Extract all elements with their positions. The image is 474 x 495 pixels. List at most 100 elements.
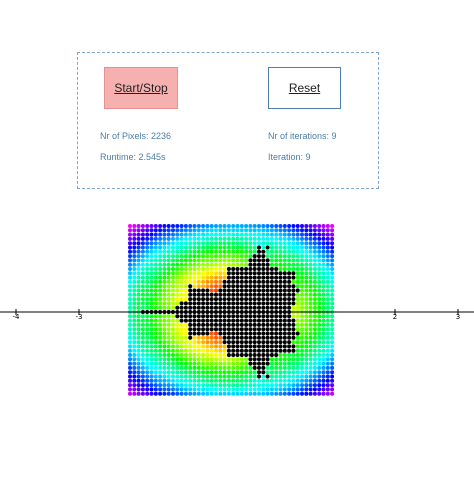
pixel-dot xyxy=(300,327,304,332)
pixel-dot xyxy=(201,314,206,319)
pixel-dot xyxy=(162,374,167,379)
pixel-dot xyxy=(158,344,163,349)
pixel-dot xyxy=(136,335,141,340)
pixel-dot xyxy=(222,361,227,366)
pixel-dot xyxy=(140,292,145,297)
pixel-dot xyxy=(158,378,163,383)
pixel-dot xyxy=(282,340,287,345)
pixel-dot xyxy=(261,267,266,271)
pixel-dot xyxy=(192,297,197,302)
pixel-dot xyxy=(265,383,270,388)
pixel-dot xyxy=(300,279,304,284)
pixel-dot xyxy=(300,374,304,379)
pixel-dot xyxy=(179,374,184,379)
pixel-dot xyxy=(235,335,240,340)
pixel-dot xyxy=(128,335,132,340)
pixel-dot xyxy=(252,353,257,357)
pixel-dot xyxy=(192,335,197,340)
pixel-dot xyxy=(231,292,236,297)
pixel-dot xyxy=(269,284,274,289)
pixel-dot xyxy=(218,340,223,345)
pixel-dot xyxy=(166,340,171,345)
pixel-dot xyxy=(239,284,244,289)
pixel-dot xyxy=(205,258,210,263)
pixel-dot xyxy=(128,340,132,345)
pixel-dot xyxy=(192,327,197,332)
pixel-dot xyxy=(317,314,322,319)
pixel-dot xyxy=(222,275,227,280)
pixel-dot xyxy=(158,314,163,319)
pixel-dot xyxy=(192,301,197,306)
pixel-dot xyxy=(282,245,287,250)
pixel-dot xyxy=(257,292,261,297)
pixel-dot xyxy=(136,322,141,327)
pixel-dot xyxy=(171,271,175,276)
pixel-dot xyxy=(291,314,296,319)
pixel-dot xyxy=(300,267,304,271)
pixel-dot xyxy=(145,232,150,237)
pixel-dot xyxy=(330,245,335,250)
pixel-dot xyxy=(166,353,171,357)
pixel-dot xyxy=(149,267,154,271)
pixel-dot xyxy=(287,370,292,375)
pixel-dot xyxy=(282,232,287,237)
pixel-dot xyxy=(196,241,201,246)
pixel-dot xyxy=(205,292,210,297)
pixel-dot xyxy=(282,275,287,280)
pixel-grid xyxy=(128,224,335,396)
pixel-dot xyxy=(235,301,240,306)
control-panel: Start/Stop Reset Nr of Pixels: 2236 Runt… xyxy=(77,52,379,189)
pixel-dot xyxy=(214,224,218,228)
pixel-dot xyxy=(140,327,145,332)
pixel-dot xyxy=(222,224,227,228)
pixel-dot xyxy=(218,254,223,259)
pixel-dot xyxy=(265,305,270,310)
pixel-dot xyxy=(201,361,206,366)
pixel-dot xyxy=(171,288,175,293)
pixel-dot xyxy=(304,340,309,345)
pixel-dot xyxy=(171,232,175,237)
pixel-dot xyxy=(162,224,167,228)
pixel-dot xyxy=(248,391,253,396)
pixel-dot xyxy=(239,314,244,319)
pixel-dot xyxy=(149,258,154,263)
pixel-dot xyxy=(201,301,206,306)
pixel-dot xyxy=(274,344,279,349)
pixel-dot xyxy=(244,254,249,259)
pixel-dot xyxy=(295,301,300,306)
pixel-dot xyxy=(248,267,253,271)
reset-button[interactable]: Reset xyxy=(268,67,341,109)
pixel-dot xyxy=(252,236,257,241)
pixel-dot xyxy=(261,318,266,323)
pixel-dot xyxy=(183,245,188,250)
pixel-dot xyxy=(128,353,132,357)
pixel-dot xyxy=(179,357,184,362)
pixel-dot xyxy=(321,279,326,284)
pixel-dot xyxy=(317,292,322,297)
pixel-dot xyxy=(312,391,317,396)
pixel-dot xyxy=(171,348,175,353)
pixel-dot xyxy=(261,279,266,284)
pixel-dot xyxy=(274,254,279,259)
pixel-dot xyxy=(162,361,167,366)
pixel-dot xyxy=(171,275,175,280)
pixel-dot xyxy=(192,254,197,259)
pixel-dot xyxy=(244,228,249,233)
pixel-dot xyxy=(209,267,214,271)
pixel-dot xyxy=(325,267,330,271)
pixel-dot xyxy=(128,378,132,383)
iterations-total-text: Nr of iterations: 9 xyxy=(268,131,337,141)
pixel-dot xyxy=(196,331,201,336)
pixel-dot xyxy=(261,228,266,233)
pixel-dot xyxy=(166,357,171,362)
pixel-dot xyxy=(183,254,188,259)
pixel-dot xyxy=(312,236,317,241)
pixel-dot xyxy=(222,292,227,297)
pixel-dot xyxy=(140,378,145,383)
pixel-dot xyxy=(145,305,150,310)
pixel-dot xyxy=(179,232,184,237)
pixel-dot xyxy=(231,344,236,349)
pixel-dot xyxy=(274,331,279,336)
pixel-dot xyxy=(209,365,214,370)
start-stop-button[interactable]: Start/Stop xyxy=(104,67,178,109)
